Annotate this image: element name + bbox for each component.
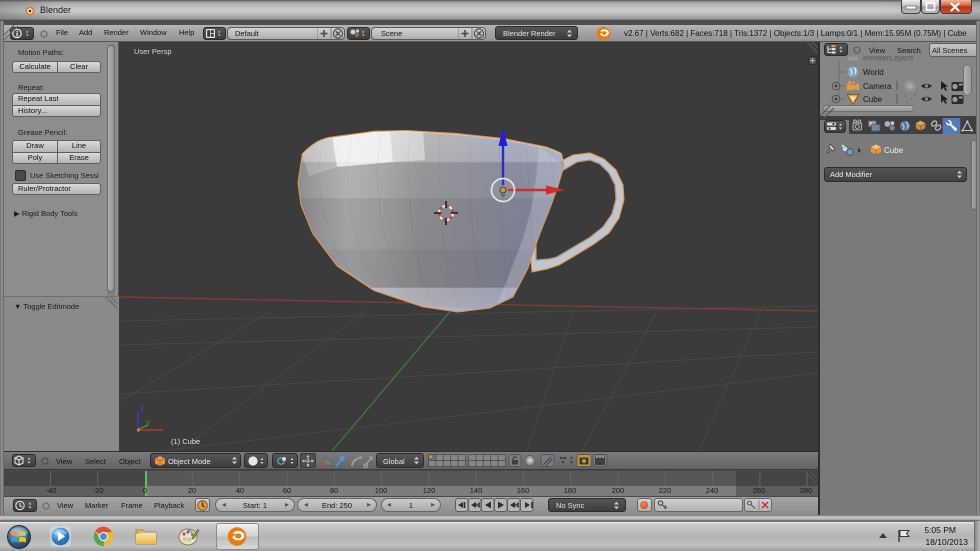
svg-text:z: z — [140, 404, 144, 413]
svg-text:World: World — [863, 68, 884, 77]
svg-text:Camera: Camera — [863, 82, 892, 91]
svg-text:Cube: Cube — [863, 95, 883, 104]
svg-text:Cube: Cube — [884, 146, 904, 155]
svg-text:RenderLayers: RenderLayers — [863, 56, 913, 63]
svg-text:y: y — [146, 418, 150, 427]
